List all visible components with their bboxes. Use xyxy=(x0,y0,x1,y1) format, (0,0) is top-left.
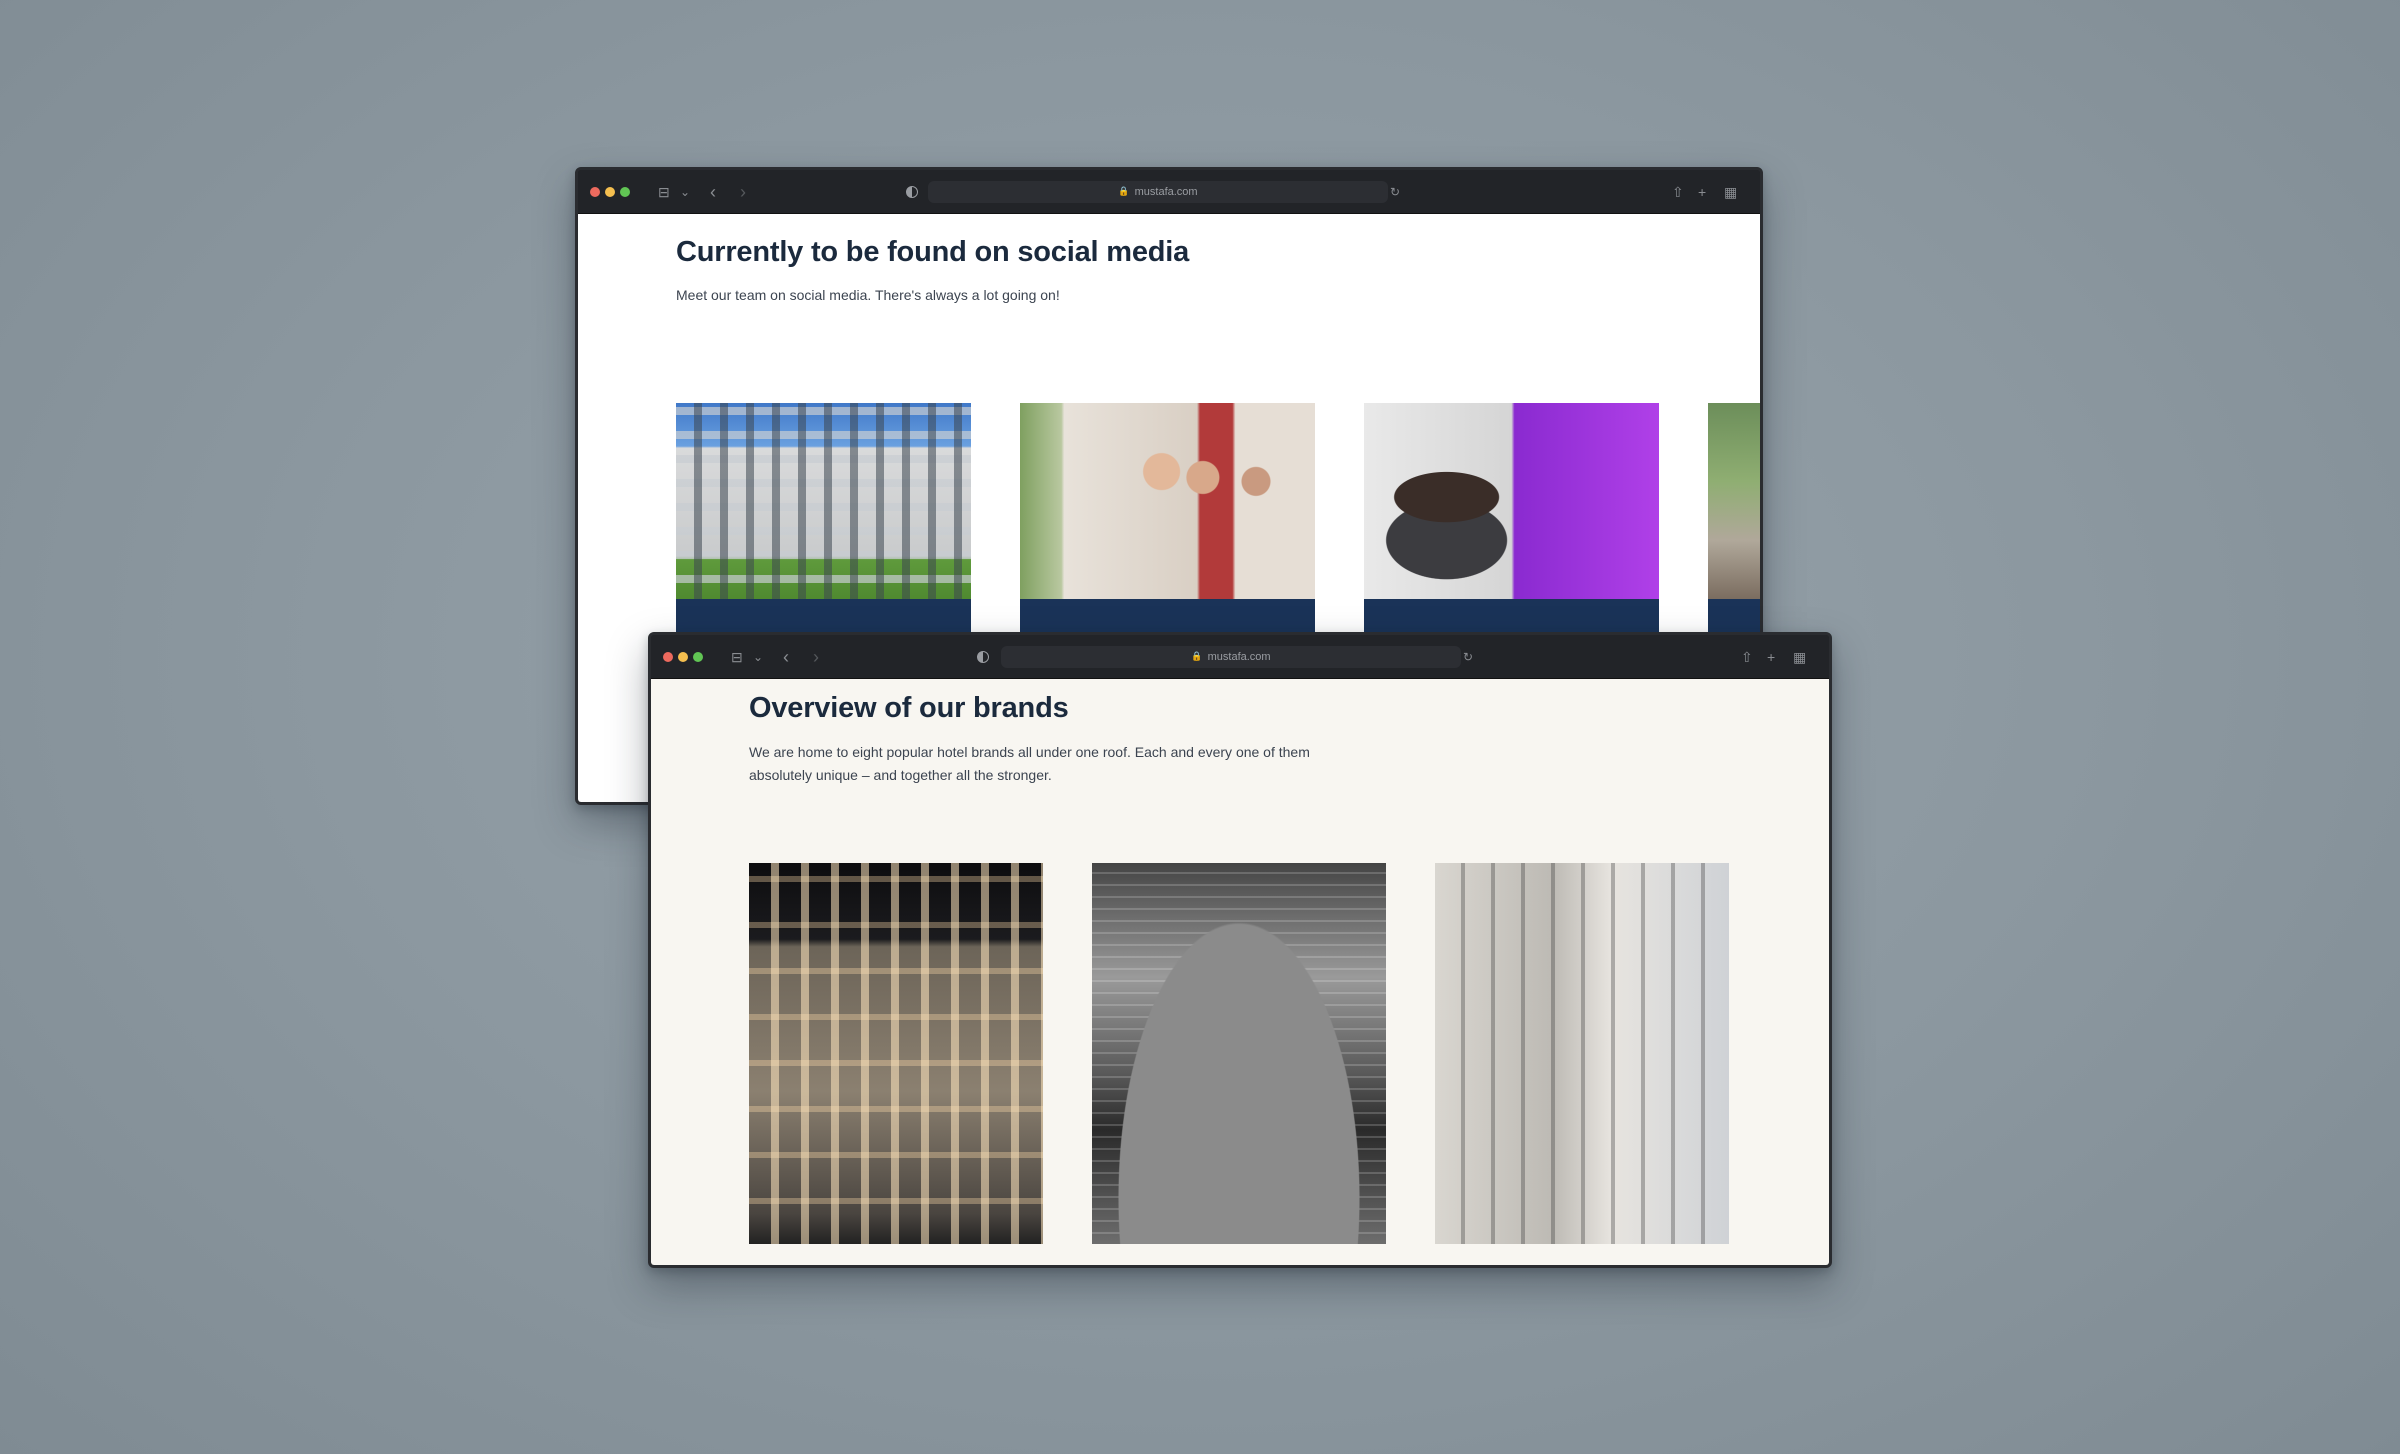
lock-icon: 🔒 xyxy=(1191,651,1203,661)
card-caption-band xyxy=(676,599,971,633)
card-caption-band xyxy=(1364,599,1659,633)
section-subtext: Meet our team on social media. There's a… xyxy=(676,287,1060,303)
new-tab-icon[interactable]: + xyxy=(1767,650,1775,664)
page-content: Overview of our brands We are home to ei… xyxy=(651,679,1829,1265)
hotel-building-photo xyxy=(676,403,971,599)
social-card[interactable] xyxy=(1020,403,1315,633)
zoom-window-button[interactable] xyxy=(693,651,703,662)
chevron-down-icon[interactable]: ⌄ xyxy=(753,651,763,663)
privacy-shield-icon[interactable] xyxy=(906,185,918,198)
section-heading: Currently to be found on social media xyxy=(676,236,1190,268)
close-window-button[interactable] xyxy=(663,651,673,662)
social-card[interactable] xyxy=(676,403,971,633)
forward-icon[interactable]: › xyxy=(813,648,819,666)
social-card[interactable] xyxy=(1364,403,1659,633)
chevron-down-icon[interactable]: ⌄ xyxy=(680,186,690,198)
browser-toolbar: ⊟ ⌄ ‹ › 🔒 mustafa.com ↻ ⇧ + ▦ xyxy=(578,170,1760,214)
new-tab-icon[interactable]: + xyxy=(1698,185,1706,199)
address-bar-url: mustafa.com xyxy=(1207,650,1271,663)
tab-overview-icon[interactable]: ▦ xyxy=(1793,650,1806,664)
back-icon[interactable]: ‹ xyxy=(710,183,716,201)
close-window-button[interactable] xyxy=(590,186,600,197)
privacy-shield-icon[interactable] xyxy=(977,650,989,663)
forward-icon[interactable]: › xyxy=(740,183,746,201)
brand-card[interactable] xyxy=(1435,863,1729,1244)
team-meeting-photo xyxy=(1020,403,1315,599)
social-card[interactable] xyxy=(1708,403,1760,633)
partial-card-photo xyxy=(1708,403,1760,599)
zoom-window-button[interactable] xyxy=(620,186,630,197)
sidebar-toggle-icon[interactable]: ⊟ xyxy=(731,650,743,664)
speaker-portrait-photo xyxy=(1364,403,1659,599)
reload-icon[interactable]: ↻ xyxy=(1390,186,1400,198)
share-icon[interactable]: ⇧ xyxy=(1672,185,1684,199)
back-icon[interactable]: ‹ xyxy=(783,648,789,666)
sidebar-toggle-icon[interactable]: ⊟ xyxy=(658,185,670,199)
brand-card[interactable] xyxy=(749,863,1043,1244)
section-subtext-line-1: We are home to eight popular hotel brand… xyxy=(749,744,1310,760)
tab-overview-icon[interactable]: ▦ xyxy=(1724,185,1737,199)
grand-hall-photo xyxy=(1092,863,1386,1244)
section-subtext-line-2: absolutely unique – and together all the… xyxy=(749,767,1052,783)
address-bar-url: mustafa.com xyxy=(1134,185,1198,198)
lock-icon: 🔒 xyxy=(1118,186,1130,196)
modern-entrance-photo xyxy=(1435,863,1729,1244)
card-caption-band xyxy=(1020,599,1315,633)
brand-card[interactable] xyxy=(1092,863,1386,1244)
illuminated-facade-photo xyxy=(749,863,1043,1244)
reload-icon[interactable]: ↻ xyxy=(1463,651,1473,663)
share-icon[interactable]: ⇧ xyxy=(1741,650,1753,664)
section-heading: Overview of our brands xyxy=(749,692,1069,724)
address-bar[interactable]: 🔒 mustafa.com xyxy=(1001,645,1461,668)
minimize-window-button[interactable] xyxy=(678,651,688,662)
minimize-window-button[interactable] xyxy=(605,186,615,197)
address-bar[interactable]: 🔒 mustafa.com xyxy=(928,180,1388,203)
browser-toolbar: ⊟ ⌄ ‹ › 🔒 mustafa.com ↻ ⇧ + ▦ xyxy=(651,635,1829,679)
browser-window-brands: ⊟ ⌄ ‹ › 🔒 mustafa.com ↻ ⇧ + ▦ Overview o… xyxy=(648,632,1832,1268)
card-caption-band xyxy=(1708,599,1760,633)
